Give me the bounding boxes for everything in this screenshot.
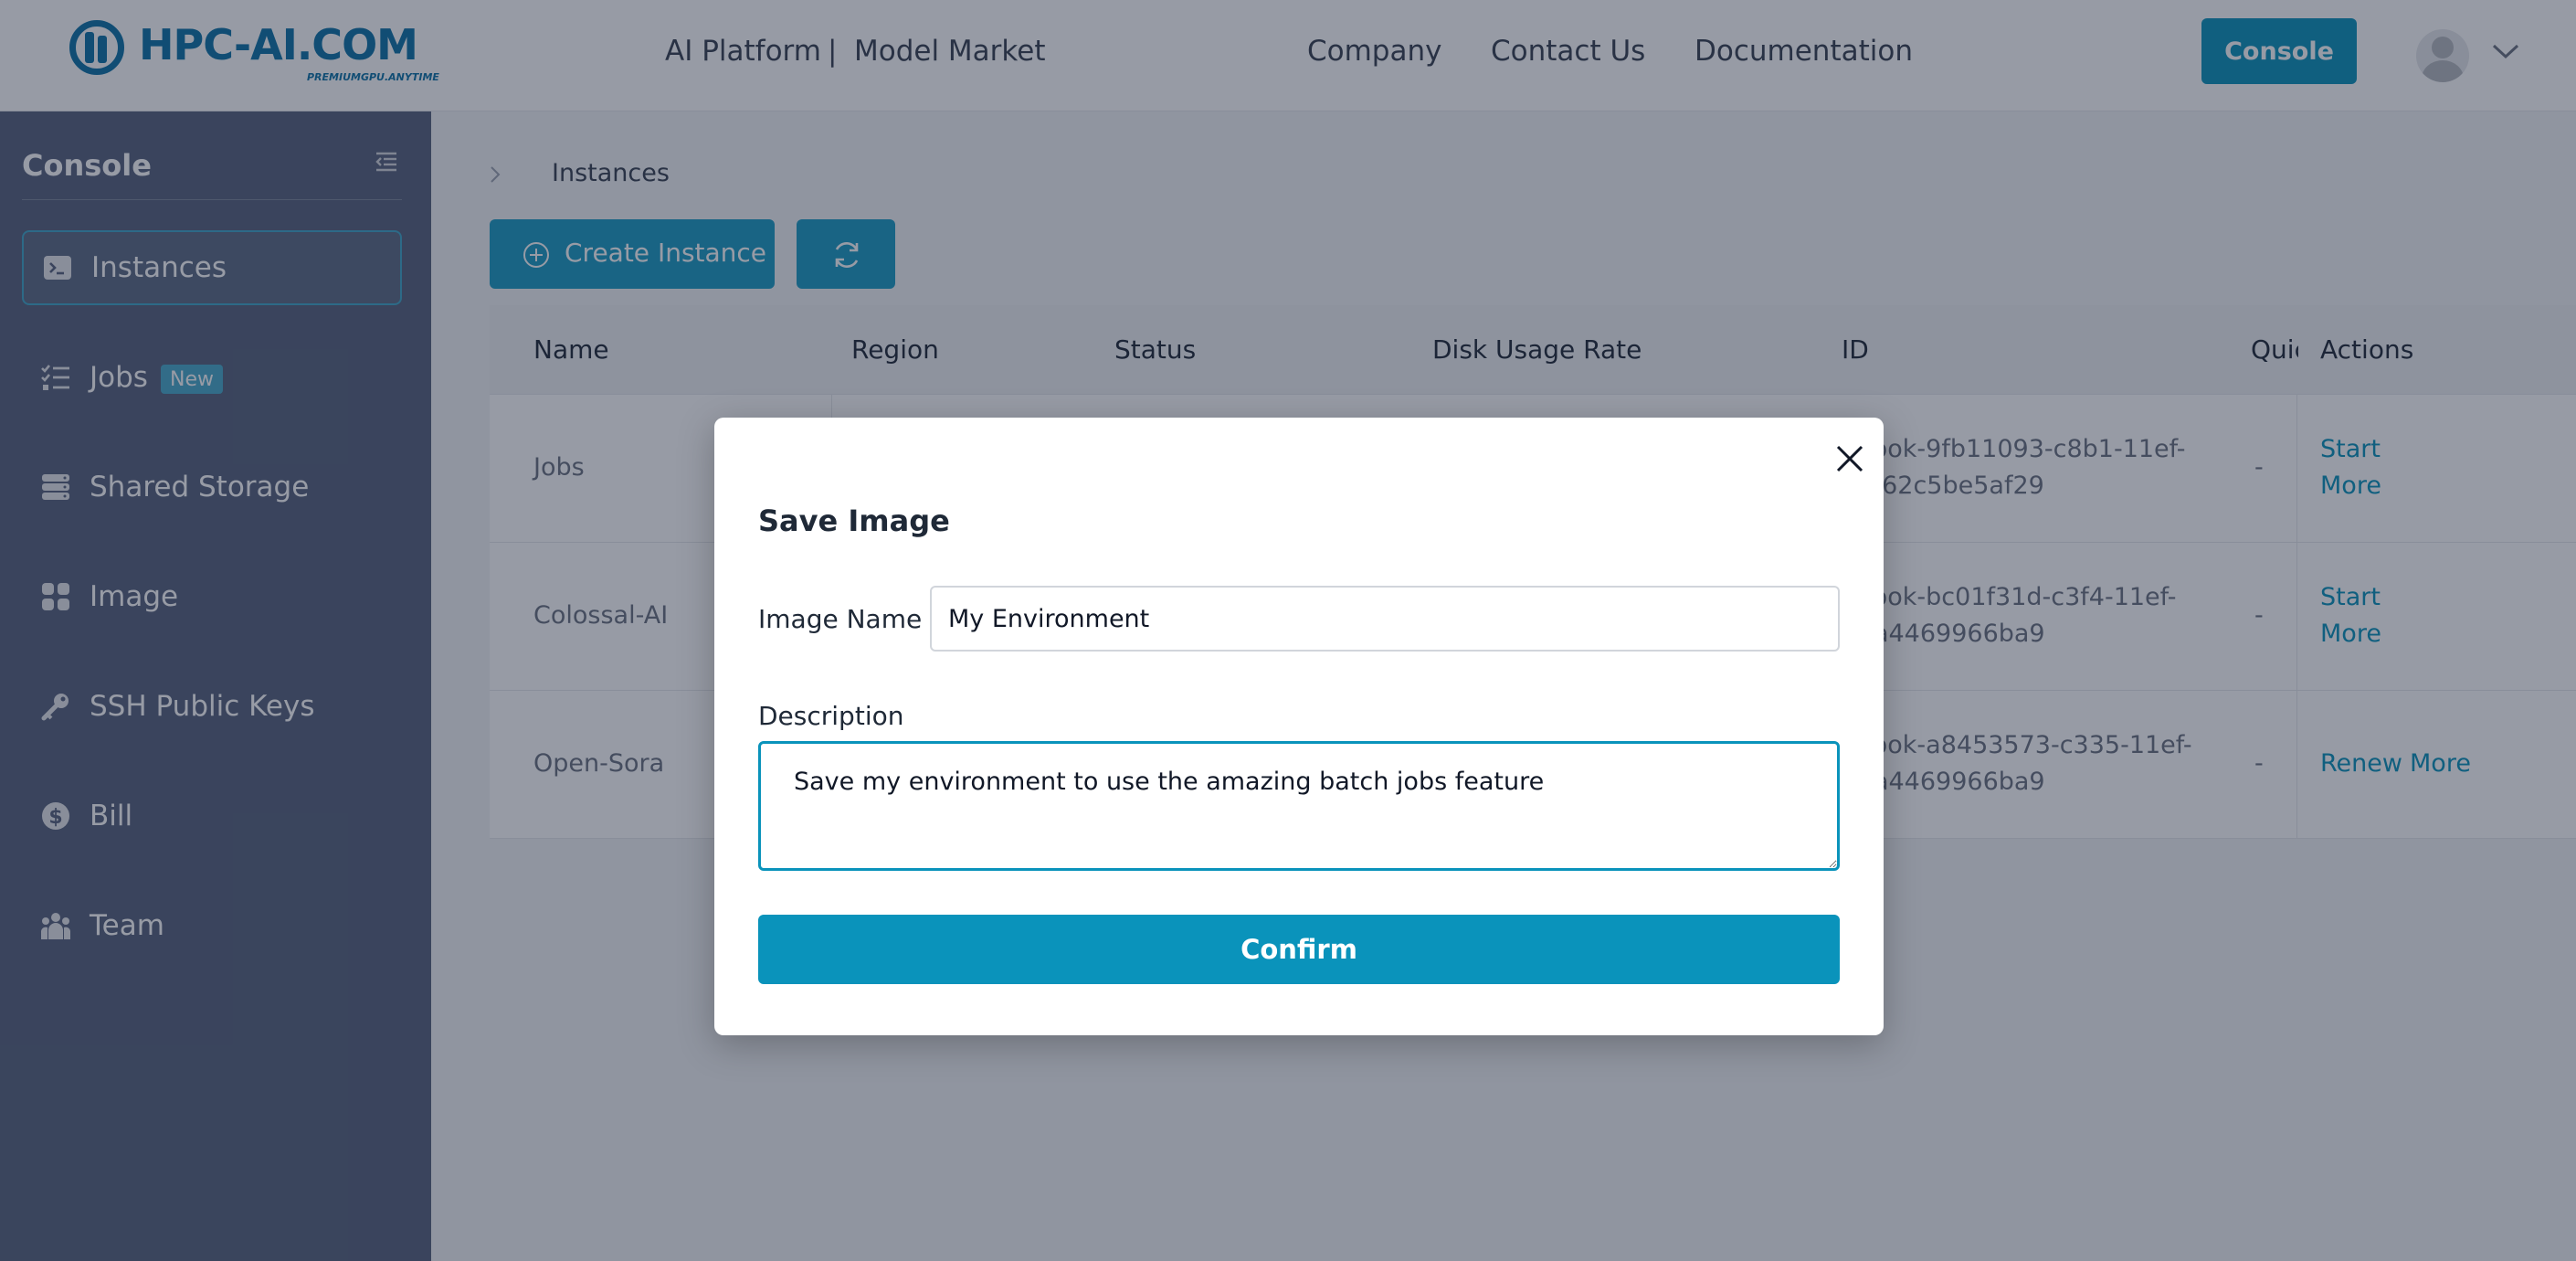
image-name-label: Image Name bbox=[758, 604, 923, 634]
image-name-input[interactable] bbox=[930, 586, 1840, 652]
description-label: Description bbox=[758, 701, 904, 731]
save-image-dialog: Save Image Image Name Description Save m… bbox=[714, 418, 1884, 1035]
description-textarea[interactable]: Save my environment to use the amazing b… bbox=[758, 741, 1840, 871]
close-icon[interactable] bbox=[1831, 440, 1869, 478]
dialog-title: Save Image bbox=[758, 503, 950, 538]
confirm-button[interactable]: Confirm bbox=[758, 915, 1840, 984]
